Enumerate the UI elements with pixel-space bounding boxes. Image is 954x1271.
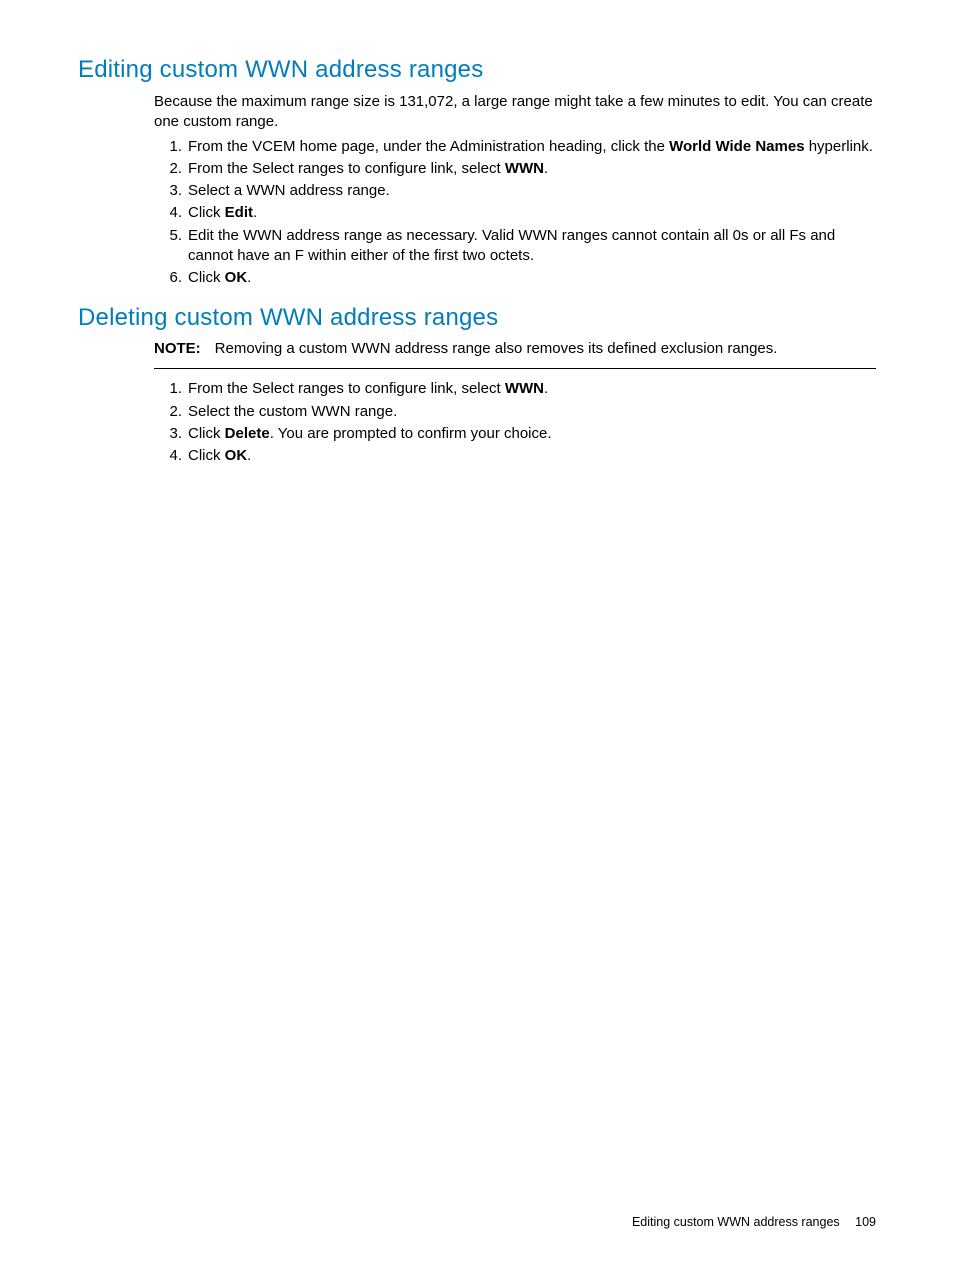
step-bold: WWN	[505, 380, 544, 397]
step-bold: WWN	[505, 160, 544, 177]
step-text: From the Select ranges to configure link…	[188, 380, 505, 397]
section-heading-deleting: Deleting custom WWN address ranges	[78, 304, 876, 332]
step-number: 1.	[154, 137, 182, 157]
footer-text: Editing custom WWN address ranges	[632, 1215, 840, 1229]
step-item: 4. Click Edit.	[154, 203, 876, 223]
step-post: . You are prompted to confirm your choic…	[270, 425, 552, 442]
step-text: Select a WWN address range.	[188, 182, 390, 199]
step-post: .	[247, 447, 251, 464]
step-number: 4.	[154, 203, 182, 223]
section1-content: Because the maximum range size is 131,07…	[78, 92, 876, 288]
step-number: 3.	[154, 181, 182, 201]
step-bold: OK	[225, 447, 248, 464]
step-item: 1. From the Select ranges to configure l…	[154, 379, 876, 399]
step-item: 3. Select a WWN address range.	[154, 181, 876, 201]
step-bold: World Wide Names	[669, 138, 804, 155]
step-post: .	[247, 269, 251, 286]
section-heading-editing: Editing custom WWN address ranges	[78, 56, 876, 84]
step-number: 4.	[154, 446, 182, 466]
step-item: 5. Edit the WWN address range as necessa…	[154, 226, 876, 267]
page-footer: Editing custom WWN address ranges 109	[632, 1215, 876, 1229]
step-item: 4. Click OK.	[154, 446, 876, 466]
step-post: .	[253, 204, 257, 221]
step-post: .	[544, 160, 548, 177]
step-text: From the VCEM home page, under the Admin…	[188, 138, 669, 155]
step-number: 5.	[154, 226, 182, 246]
section1-intro: Because the maximum range size is 131,07…	[154, 92, 876, 133]
step-item: 2. Select the custom WWN range.	[154, 402, 876, 422]
step-text: From the Select ranges to configure link…	[188, 160, 505, 177]
step-text: Select the custom WWN range.	[188, 403, 397, 420]
step-item: 6. Click OK.	[154, 268, 876, 288]
step-bold: Edit	[225, 204, 253, 221]
step-bold: Delete	[225, 425, 270, 442]
step-post: hyperlink.	[805, 138, 873, 155]
step-number: 6.	[154, 268, 182, 288]
step-number: 3.	[154, 424, 182, 444]
step-item: 3. Click Delete. You are prompted to con…	[154, 424, 876, 444]
section2-steps: 1. From the Select ranges to configure l…	[154, 379, 876, 466]
step-bold: OK	[225, 269, 248, 286]
step-item: 2. From the Select ranges to configure l…	[154, 159, 876, 179]
step-number: 2.	[154, 159, 182, 179]
note-text: Removing a custom WWN address range also…	[215, 340, 778, 357]
step-text: Click	[188, 447, 225, 464]
step-text: Edit the WWN address range as necessary.…	[188, 227, 835, 264]
section1-steps: 1. From the VCEM home page, under the Ad…	[154, 137, 876, 289]
step-number: 2.	[154, 402, 182, 422]
step-item: 1. From the VCEM home page, under the Ad…	[154, 137, 876, 157]
section2-content: NOTE: Removing a custom WWN address range…	[78, 340, 876, 466]
step-post: .	[544, 380, 548, 397]
note-label: NOTE:	[154, 340, 201, 357]
footer-page-number: 109	[855, 1215, 876, 1229]
step-text: Click	[188, 204, 225, 221]
step-text: Click	[188, 425, 225, 442]
note-block: NOTE: Removing a custom WWN address range…	[154, 340, 876, 369]
step-number: 1.	[154, 379, 182, 399]
step-text: Click	[188, 269, 225, 286]
